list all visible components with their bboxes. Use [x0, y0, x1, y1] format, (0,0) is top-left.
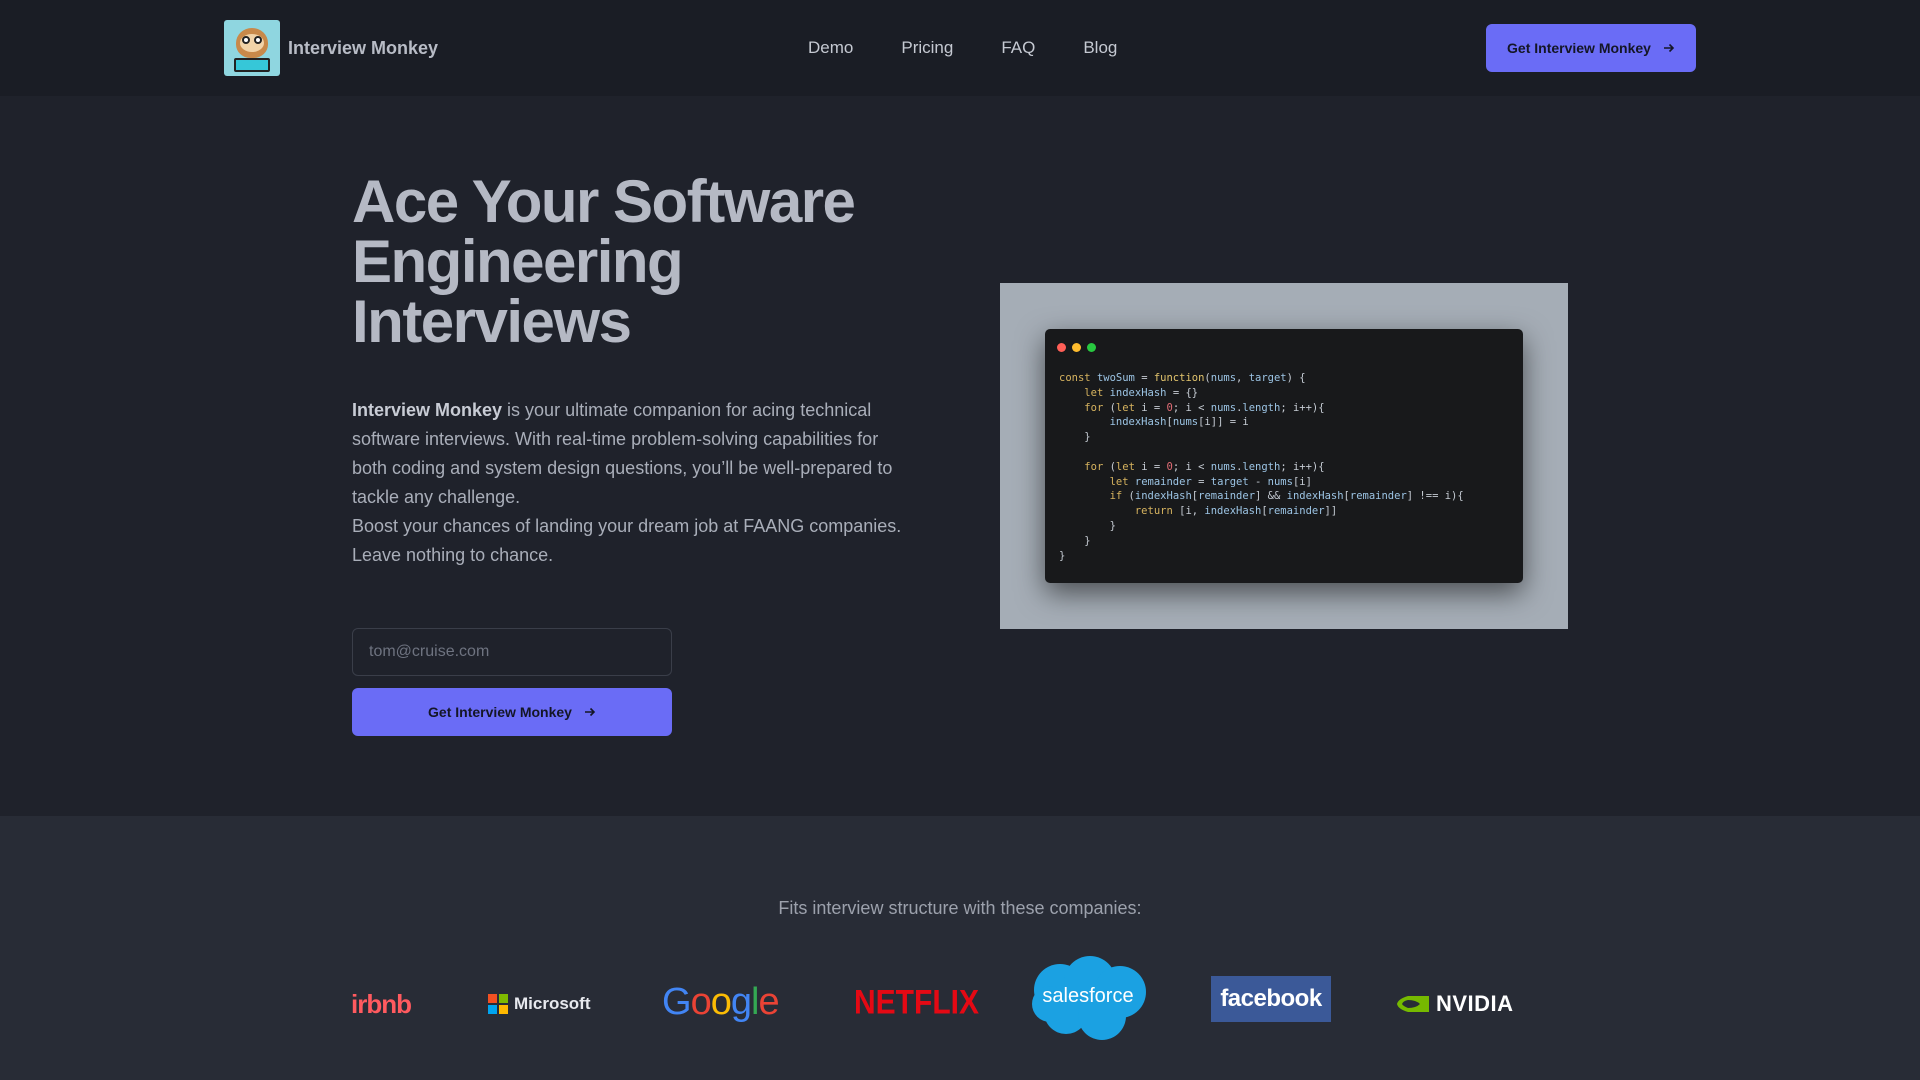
- window-controls: [1057, 343, 1096, 352]
- google-letter: G: [662, 980, 692, 1023]
- hero-description: Interview Monkey is your ultimate compan…: [352, 396, 912, 570]
- salesforce-logo: salesforce: [1026, 954, 1150, 1042]
- company-logos: irbnb Microsoft Google NETFLIX salesforc…: [0, 956, 1920, 1076]
- airbnb-logo: irbnb: [351, 988, 412, 1019]
- hero-title-line: Engineering: [352, 228, 684, 295]
- hero-get-button[interactable]: Get Interview Monkey: [352, 688, 672, 736]
- salesforce-wordmark: salesforce: [1042, 984, 1134, 1007]
- google-letter: l: [750, 980, 760, 1023]
- google-letter: o: [710, 980, 732, 1023]
- hero-desc-brand: Interview Monkey: [352, 400, 503, 420]
- maximize-dot: [1087, 343, 1096, 352]
- nav-link-blog[interactable]: Blog: [1083, 38, 1117, 58]
- microsoft-squares-icon: [488, 994, 508, 1014]
- hero-desc-text2: Boost your chances of landing your dream…: [352, 516, 902, 565]
- close-dot: [1057, 343, 1066, 352]
- arrow-right-icon: [584, 707, 596, 717]
- nav-get-button-label: Get Interview Monkey: [1507, 40, 1651, 56]
- hero-title-line: Interviews: [352, 288, 632, 355]
- google-logo: Google: [662, 974, 780, 1030]
- hero-title: Ace Your Software Engineering Interviews: [352, 172, 912, 352]
- code-window: const twoSum = function(nums, target) { …: [1045, 329, 1523, 583]
- google-letter: g: [730, 980, 752, 1023]
- top-nav: Interview Monkey Demo Pricing FAQ Blog G…: [0, 0, 1920, 96]
- minimize-dot: [1072, 343, 1081, 352]
- monkey-laptop-icon: [224, 20, 280, 76]
- facebook-logo: facebook: [1211, 976, 1331, 1022]
- nav-get-button[interactable]: Get Interview Monkey: [1486, 24, 1696, 72]
- google-letter: o: [690, 980, 712, 1023]
- brand-name: Interview Monkey: [288, 37, 439, 58]
- microsoft-wordmark: Microsoft: [514, 994, 591, 1013]
- nvidia-logo: NVIDIA: [1396, 984, 1514, 1024]
- nvidia-eye-icon: [1397, 996, 1429, 1012]
- companies-label: Fits interview structure with these comp…: [778, 898, 1142, 918]
- hero-get-button-label: Get Interview Monkey: [428, 704, 572, 720]
- nav-link-pricing[interactable]: Pricing: [901, 38, 953, 58]
- microsoft-logo: Microsoft: [488, 986, 591, 1022]
- email-input[interactable]: [352, 628, 672, 676]
- code-preview: const twoSum = function(nums, target) { …: [1000, 283, 1568, 629]
- nvidia-wordmark: NVIDIA: [1436, 991, 1514, 1016]
- nav-link-faq[interactable]: FAQ: [1001, 38, 1035, 58]
- companies-section: Fits interview structure with these comp…: [0, 816, 1920, 1080]
- hero-title-line: Ace Your Software: [352, 168, 856, 235]
- code-snippet: const twoSum = function(nums, target) { …: [1059, 372, 1464, 562]
- arrow-right-icon: [1663, 43, 1675, 53]
- netflix-logo: NETFLIX: [854, 983, 979, 1022]
- brand[interactable]: Interview Monkey: [224, 20, 438, 76]
- google-letter: e: [758, 980, 779, 1023]
- nav-links: Demo Pricing FAQ Blog: [808, 38, 1117, 58]
- nav-link-demo[interactable]: Demo: [808, 38, 853, 58]
